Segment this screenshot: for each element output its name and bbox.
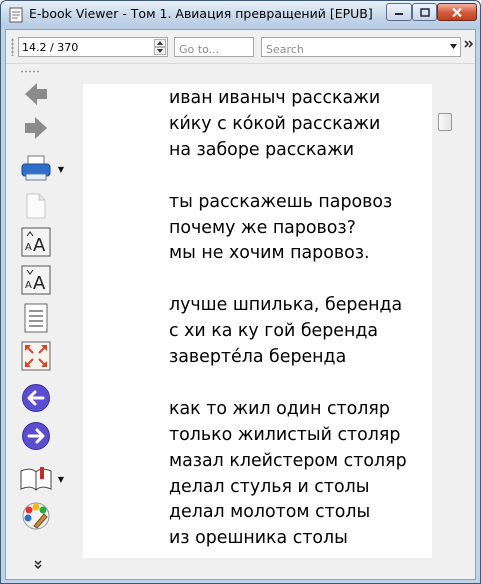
- preferences-icon: [22, 502, 50, 530]
- text-line: ты расскажешь паровоз: [169, 191, 393, 212]
- goto-input[interactable]: [175, 40, 253, 59]
- preferences-button[interactable]: [18, 499, 54, 533]
- top-toolbar: [6, 30, 475, 64]
- search-dropdown-icon[interactable]: [450, 44, 457, 49]
- stanza: иван иваныч расскажи ки́ку с ко́кой расск…: [169, 86, 429, 164]
- text-line: из орешника столы: [169, 528, 348, 549]
- bookmark-button[interactable]: ▼: [18, 461, 64, 495]
- close-button[interactable]: [437, 3, 477, 21]
- minimize-icon: [395, 13, 403, 15]
- spin-down-button[interactable]: [154, 47, 166, 55]
- next-page-icon: [22, 422, 50, 450]
- book-page[interactable]: иван иваныч расскажи ки́ку с ко́кой расск…: [83, 84, 432, 558]
- previous-page-button[interactable]: [18, 381, 54, 415]
- chevron-up-icon: [157, 41, 163, 45]
- text-line: почему же паровоз?: [169, 217, 356, 238]
- spin-arrows[interactable]: [154, 39, 166, 55]
- print-icon: [21, 155, 51, 181]
- main-area: ▼ A A A: [5, 29, 476, 580]
- app-icon: [9, 7, 23, 23]
- bookmark-dropdown-icon[interactable]: ▼: [58, 475, 64, 484]
- print-button[interactable]: ▼: [18, 151, 64, 185]
- text-line: ки́ку с ко́кой расскажи: [169, 113, 381, 134]
- previous-page-icon: [22, 384, 50, 412]
- font-larger-button[interactable]: A A: [18, 225, 54, 259]
- text-line: делал стулья и столы: [169, 476, 370, 497]
- svg-text:A: A: [33, 273, 46, 294]
- font-size-larger-icon: A A: [21, 227, 51, 257]
- title-bar[interactable]: E-book Viewer - Том 1. Авиация превращен…: [1, 1, 480, 29]
- text-line: иван иваныч расскажи: [169, 88, 381, 108]
- maximize-icon: [419, 7, 430, 17]
- window-title: E-book Viewer - Том 1. Авиация превращен…: [29, 6, 373, 21]
- side-toolbar: ▼ A A A A ▼: [6, 65, 68, 579]
- bookmark-icon: [20, 467, 52, 491]
- svg-text:A: A: [25, 242, 32, 253]
- double-chevron-right-icon[interactable]: [464, 39, 474, 49]
- book-text: иван иваныч расскажи ки́ку с ко́кой расск…: [169, 86, 429, 578]
- text-line: с хи ка ку гой беренда: [169, 321, 379, 342]
- copy-icon: [26, 193, 46, 219]
- font-size-smaller-icon: A A: [21, 265, 51, 295]
- toc-button[interactable]: [18, 301, 54, 335]
- text-line: как то жил один столяр: [169, 398, 390, 419]
- svg-text:A: A: [25, 280, 32, 291]
- position-spinbox[interactable]: [18, 37, 168, 57]
- forward-icon: [25, 117, 47, 139]
- spin-up-button[interactable]: [154, 39, 166, 47]
- search-input[interactable]: [262, 40, 460, 59]
- back-button[interactable]: [18, 77, 54, 111]
- fullscreen-icon: [21, 341, 51, 371]
- toolbar-grip[interactable]: [11, 38, 14, 56]
- stanza: как то жил один столяр только жилистый ст…: [169, 397, 429, 552]
- double-chevron-down-icon[interactable]: [33, 560, 43, 570]
- next-page-button[interactable]: [18, 419, 54, 453]
- text-line: лучше шпилька, беренда: [169, 295, 403, 316]
- minimize-button[interactable]: [386, 3, 412, 21]
- text-line: на заборе расскажи: [169, 139, 355, 160]
- svg-text:A: A: [33, 235, 46, 256]
- maximize-button[interactable]: [412, 3, 437, 21]
- chevron-down-icon: [157, 49, 163, 53]
- search-field[interactable]: [261, 37, 461, 59]
- side-toolbar-grip[interactable]: [20, 70, 40, 73]
- vertical-scrollbar[interactable]: [436, 84, 453, 558]
- stanza: ты расскажешь паровоз почему же паровоз? м…: [169, 190, 429, 268]
- close-icon: [452, 7, 462, 17]
- copy-button[interactable]: [18, 189, 54, 223]
- text-line: заверте́ла беренда: [169, 347, 347, 368]
- fullscreen-button[interactable]: [18, 339, 54, 373]
- scrollbar-thumb[interactable]: [438, 113, 452, 131]
- print-dropdown-icon[interactable]: ▼: [58, 165, 64, 174]
- toc-icon: [24, 303, 48, 333]
- position-input[interactable]: [22, 39, 142, 55]
- text-line: мазал клейстером столяр: [169, 450, 407, 471]
- text-line: делал молотом столы: [169, 502, 371, 523]
- stanza: лучше шпилька, беренда с хи ка ку гой бер…: [169, 293, 429, 371]
- ebook-viewer-window: E-book Viewer - Том 1. Авиация превращен…: [0, 0, 481, 584]
- goto-field[interactable]: [174, 37, 254, 59]
- forward-button[interactable]: [18, 111, 54, 145]
- font-smaller-button[interactable]: A A: [18, 263, 54, 297]
- text-line: мы не хочим паровоз.: [169, 243, 370, 264]
- text-line: только жилистый столяр: [169, 424, 401, 445]
- back-icon: [25, 83, 47, 105]
